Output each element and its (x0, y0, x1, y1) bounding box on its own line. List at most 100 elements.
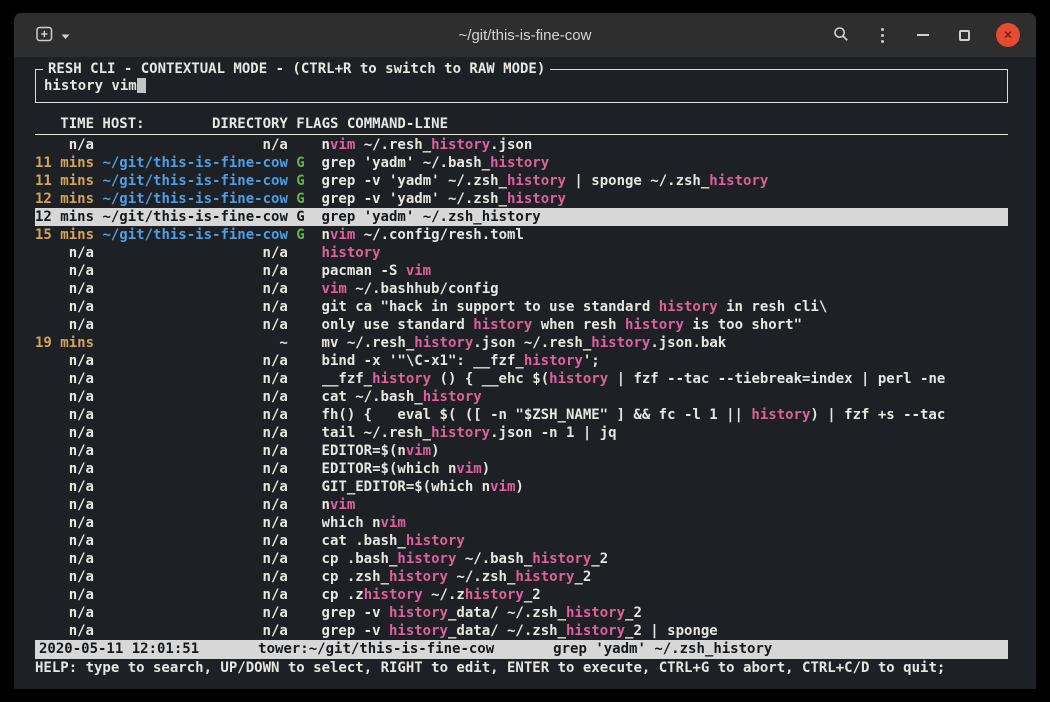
command-text: .json (490, 137, 532, 153)
command-text: grep -v (322, 623, 389, 639)
row-time: n/a (35, 460, 94, 478)
row-time: n/a (35, 514, 94, 532)
search-input[interactable]: history vim (44, 77, 999, 95)
row-command: grep 'yadm' ~/.bash_history (322, 154, 550, 172)
command-text: n (322, 497, 330, 513)
command-text: bind -x '"\C-x1": __fzf_ (322, 353, 524, 369)
command-match-text: vim (406, 263, 431, 279)
command-text: '; (583, 353, 600, 369)
row-time: 15 mins (35, 226, 94, 244)
restore-button[interactable] (955, 26, 973, 44)
history-row[interactable]: n/an/anvim ~/.resh_history.json (35, 136, 1008, 154)
history-row[interactable]: n/an/acp .zhistory ~/.zhistory_2 (35, 586, 1008, 604)
command-match-text: history (507, 173, 566, 189)
command-text: is too short" (684, 317, 802, 333)
command-text: ~/.config/resh.toml (355, 227, 524, 243)
history-row[interactable]: n/an/aGIT_EDITOR=$(which nvim) (35, 478, 1008, 496)
command-text: cp .bash_ (322, 551, 398, 567)
row-flags (296, 604, 313, 622)
command-text: | fzf --tac --tiebreak=index | perl -ne (608, 371, 945, 387)
history-row[interactable]: n/an/avim ~/.bashhub/config (35, 280, 1008, 298)
command-match-text: history (465, 587, 524, 603)
history-row[interactable]: n/an/a__fzf_history () { __ehc $(history… (35, 370, 1008, 388)
row-command: history (322, 244, 381, 262)
command-match-text: history (389, 605, 448, 621)
history-row[interactable]: 12 mins~/git/this-is-fine-cowGgrep 'yadm… (35, 208, 1008, 226)
command-text: ~/.z (423, 587, 465, 603)
command-match-text: history (625, 317, 684, 333)
new-tab-button[interactable] (30, 22, 76, 49)
row-directory: n/a (102, 532, 287, 550)
chevron-down-icon (61, 28, 70, 43)
search-icon (833, 26, 849, 45)
history-row[interactable]: n/an/ahistory (35, 244, 1008, 262)
row-command: EDITOR=$(which nvim) (322, 460, 491, 478)
history-row[interactable]: 11 mins~/git/this-is-fine-cowGgrep 'yadm… (35, 154, 1008, 172)
command-match-text: history (322, 245, 381, 261)
row-time: n/a (35, 136, 94, 154)
command-text: grep 'yadm' ~/.bash_ (322, 155, 491, 171)
history-row[interactable]: n/an/anvim (35, 496, 1008, 514)
command-match-text: history (372, 371, 431, 387)
history-row[interactable]: n/an/aEDITOR=$(nvim) (35, 442, 1008, 460)
titlebar[interactable]: ~/git/this-is-fine-cow ✕ (14, 13, 1036, 57)
command-match-text: history (482, 209, 541, 225)
row-time: n/a (35, 424, 94, 442)
history-row[interactable]: n/an/awhich nvim (35, 514, 1008, 532)
history-row[interactable]: n/an/agit ca "hack in support to use sta… (35, 298, 1008, 316)
row-time: n/a (35, 532, 94, 550)
command-match-text: vim (330, 497, 355, 513)
row-flags: G (296, 226, 313, 244)
history-row[interactable]: n/an/abind -x '"\C-x1": __fzf_history'; (35, 352, 1008, 370)
terminal-content[interactable]: RESH CLI - CONTEXTUAL MODE - (CTRL+R to … (14, 57, 1036, 689)
history-row[interactable]: n/an/agrep -v history_data/ ~/.zsh_histo… (35, 622, 1008, 640)
command-match-text: history (490, 155, 549, 171)
history-row[interactable]: n/an/acat .bash_history (35, 532, 1008, 550)
row-flags (296, 352, 313, 370)
search-button[interactable] (832, 26, 850, 44)
history-row[interactable]: n/an/atail ~/.resh_history.json -n 1 | j… (35, 424, 1008, 442)
history-row[interactable]: 12 mins~/git/this-is-fine-cowGgrep -v 'y… (35, 190, 1008, 208)
history-row[interactable]: n/an/acp .zsh_history ~/.zsh_history_2 (35, 568, 1008, 586)
command-match-text: history (659, 299, 718, 315)
history-row[interactable]: n/an/aEDITOR=$(which nvim) (35, 460, 1008, 478)
command-text: ) (431, 443, 439, 459)
command-match-text: vim (322, 281, 347, 297)
history-row[interactable]: n/an/agrep -v history_data/ ~/.zsh_histo… (35, 604, 1008, 622)
row-directory: n/a (102, 388, 287, 406)
restore-icon (959, 30, 970, 41)
history-row[interactable]: n/an/aonly use standard history when res… (35, 316, 1008, 334)
minimize-button[interactable] (914, 26, 932, 44)
command-match-text: history (431, 137, 490, 153)
row-directory: ~/git/this-is-fine-cow (102, 190, 287, 208)
status-command: grep 'yadm' ~/.zsh_history (553, 640, 772, 659)
row-command: nvim (322, 496, 356, 514)
row-flags: G (296, 154, 313, 172)
history-row[interactable]: 11 mins~/git/this-is-fine-cowGgrep -v 'y… (35, 172, 1008, 190)
menu-button[interactable] (873, 26, 891, 44)
resh-box-title: RESH CLI - CONTEXTUAL MODE - (CTRL+R to … (43, 60, 550, 78)
history-list: n/an/anvim ~/.resh_history.json11 mins~/… (35, 136, 1008, 640)
command-text: fh() { eval $( ([ -n "$ZSH_NAME" ] && fc… (322, 407, 752, 423)
history-row[interactable]: 19 mins~mv ~/.resh_history.json ~/.resh_… (35, 334, 1008, 352)
history-row[interactable]: n/an/acp .bash_history ~/.bash_history_2 (35, 550, 1008, 568)
history-row[interactable]: 15 mins~/git/this-is-fine-cowGnvim ~/.co… (35, 226, 1008, 244)
command-match-text: history (524, 353, 583, 369)
history-row[interactable]: n/an/acat ~/.bash_history (35, 388, 1008, 406)
command-text: ~/.bash_ (456, 551, 532, 567)
row-flags (296, 478, 313, 496)
command-match-text: vim (490, 479, 515, 495)
close-button[interactable]: ✕ (996, 23, 1020, 47)
row-flags (296, 550, 313, 568)
row-directory: ~/git/this-is-fine-cow (102, 172, 287, 190)
row-command: vim ~/.bashhub/config (322, 280, 499, 298)
row-command: fh() { eval $( ([ -n "$ZSH_NAME" ] && fc… (322, 406, 946, 424)
row-time: n/a (35, 442, 94, 460)
history-row[interactable]: n/an/afh() { eval $( ([ -n "$ZSH_NAME" ]… (35, 406, 1008, 424)
command-match-text: history (507, 191, 566, 207)
command-text: in resh cli\ (718, 299, 828, 315)
row-flags: G (296, 172, 313, 190)
command-text: EDITOR=$(which n (322, 461, 457, 477)
command-match-text: history (423, 389, 482, 405)
history-row[interactable]: n/an/apacman -S vim (35, 262, 1008, 280)
